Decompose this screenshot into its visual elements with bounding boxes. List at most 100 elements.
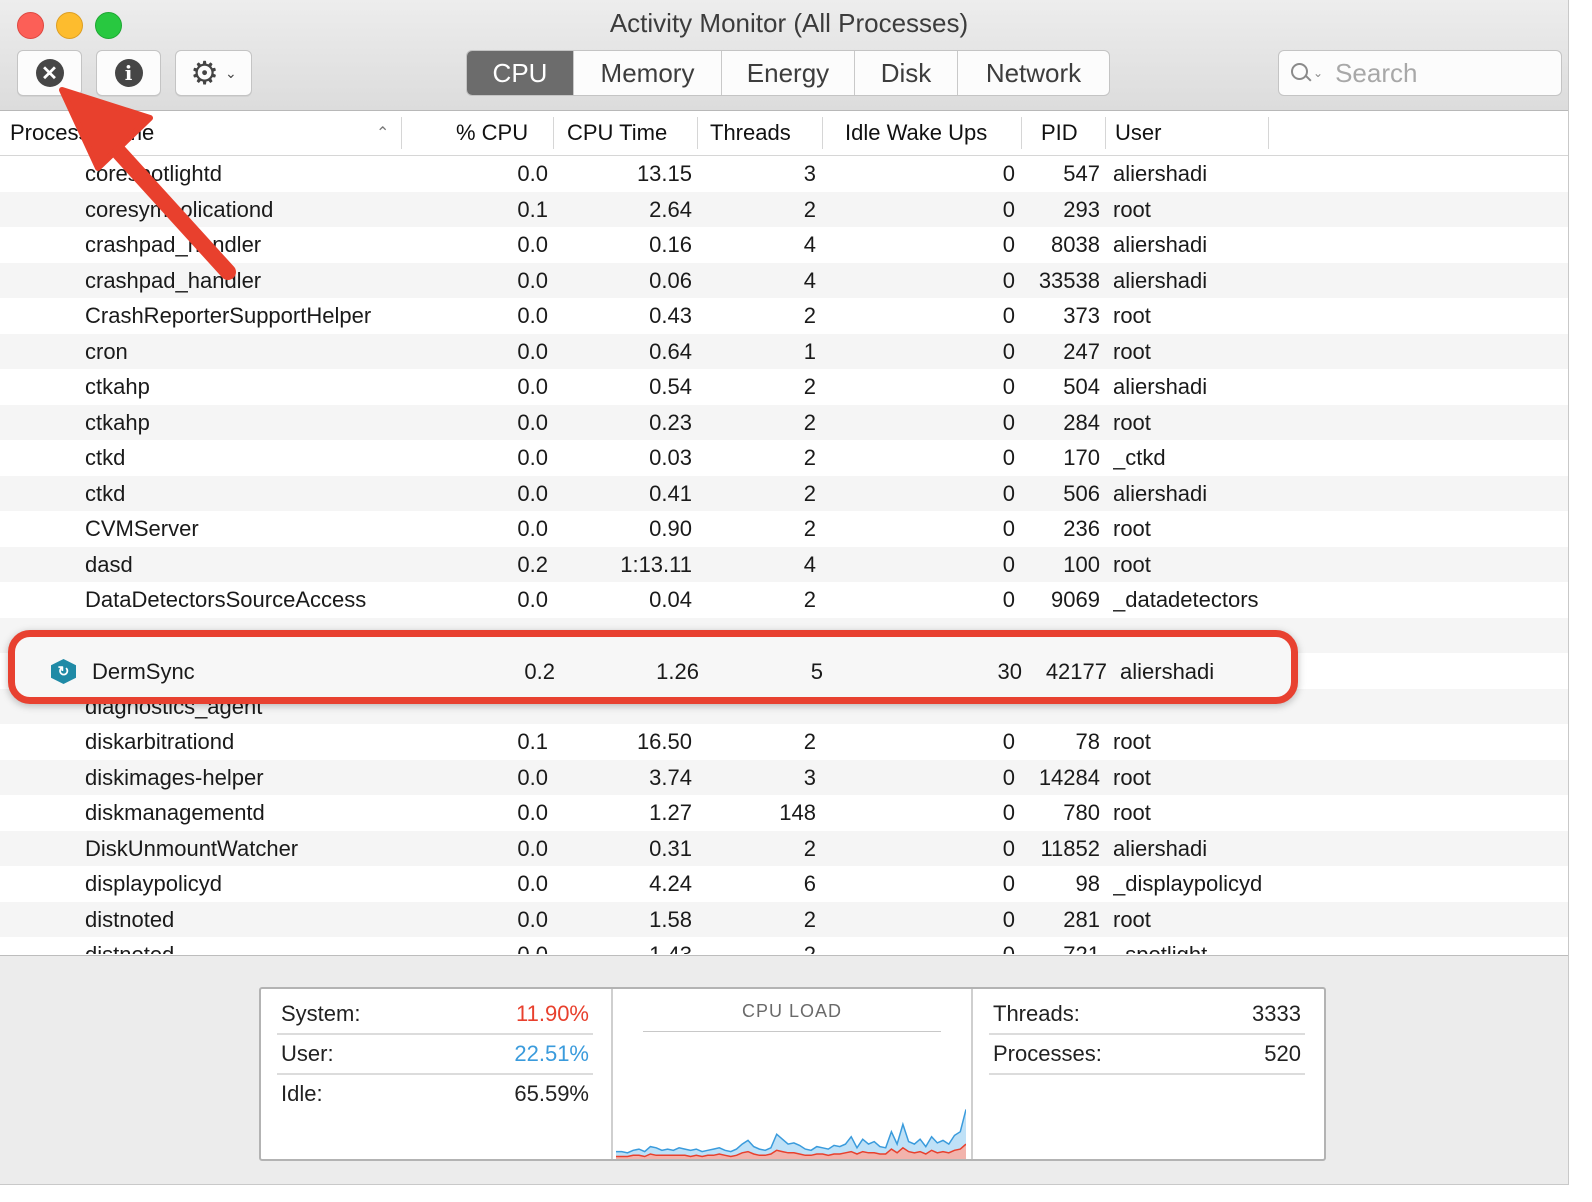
column-header-pid[interactable]: PID — [1041, 111, 1078, 155]
threads: 4 — [803, 232, 816, 257]
search-field[interactable]: ⌄ — [1278, 50, 1562, 96]
table-row[interactable]: diskmanagementd 0.0 1.27 148 0 780 root — [0, 795, 1568, 831]
table-row[interactable]: DataDetectorsSourceAccess 0.0 0.04 2 0 9069 _d… — [0, 582, 1568, 618]
column-header-threads[interactable]: Threads — [710, 111, 791, 155]
table-row[interactable]: distnoted 0.0 1.58 2 0 281 root — [0, 901, 1568, 937]
quit-process-button[interactable]: ✕ — [17, 50, 82, 96]
idle-wake-ups: 0 — [1002, 445, 1015, 470]
table-row[interactable]: ctkahp 0.0 0.23 2 0 284 root — [0, 404, 1568, 440]
idle-wake-ups: 0 — [1002, 267, 1015, 293]
pid: 506 — [1063, 480, 1100, 506]
idle-wake-ups: 0 — [1002, 764, 1015, 790]
pid: 281 — [1063, 906, 1100, 932]
pid: 98 — [1075, 871, 1100, 896]
idle-label: Idle: — [281, 1081, 323, 1106]
cpu-percent: 0.0 — [517, 374, 548, 399]
pid: 33538 — [1038, 267, 1100, 293]
table-row[interactable]: CVMServer 0.0 0.90 2 0 236 root — [0, 511, 1568, 547]
column-header-cpu-time[interactable]: CPU Time — [567, 111, 667, 155]
threads: 2 — [803, 196, 816, 222]
tab-energy[interactable]: Energy — [721, 51, 854, 95]
threads: 3 — [803, 161, 816, 186]
process-name: DataDetectorsSourceAccess — [85, 587, 367, 612]
user: aliershadi — [1113, 480, 1208, 506]
user: _displaypolicyd — [1113, 871, 1263, 896]
table-row[interactable]: ctkahp 0.0 0.54 2 0 504 aliershadi — [0, 369, 1568, 405]
user: aliershadi — [1113, 161, 1208, 186]
inspect-process-button[interactable]: i — [96, 50, 161, 96]
threads-value: 3333 — [1252, 1001, 1301, 1026]
user-stat: User: 22.51% — [277, 1035, 593, 1075]
table-row[interactable]: ctkd 0.0 0.03 2 0 170 _ctkd — [0, 440, 1568, 476]
table-row[interactable]: distnoted 0.0 1.43 20 721 _spotlight — [0, 937, 1568, 954]
table-row[interactable]: coresymbolicationd 0.1 2.64 2 0 293 root — [0, 191, 1568, 227]
tab-cpu[interactable]: CPU — [467, 51, 573, 95]
cpu-time: 1.58 — [649, 906, 692, 932]
process-name: DiskUnmountWatcher — [85, 835, 299, 861]
table-row[interactable]: dasd 0.2 1:13.11 4 0 100 root — [0, 546, 1568, 582]
cpu-percent: 0.0 — [517, 267, 548, 293]
idle-wake-ups: 0 — [1002, 516, 1015, 541]
idle-wake-ups: 0 — [1002, 161, 1015, 186]
search-options-chevron-icon: ⌄ — [1313, 66, 1324, 80]
tab-disk[interactable]: Disk — [854, 51, 957, 95]
cpu-time: 0.06 — [649, 267, 692, 293]
pid: 14284 — [1038, 764, 1100, 790]
tab-memory[interactable]: Memory — [573, 51, 721, 95]
idle-wake-ups: 0 — [1002, 303, 1015, 328]
pid: 78 — [1075, 729, 1100, 754]
pid: 780 — [1063, 800, 1100, 825]
process-name: ctkahp — [85, 409, 150, 435]
search-input[interactable] — [1333, 56, 1538, 90]
highlighted-process-row[interactable]: ↻ DermSync 0.2 1.26 5 30 42177 aliershad… — [8, 630, 1298, 704]
table-row[interactable]: diskimages-helper 0.0 3.74 3 0 14284 root — [0, 759, 1568, 795]
column-header-cpu[interactable]: % CPU — [456, 111, 528, 155]
process-name: coresymbolicationd — [85, 196, 274, 222]
pid: 170 — [1063, 445, 1100, 470]
table-row[interactable]: cron 0.0 0.64 1 0 247 root — [0, 333, 1568, 369]
idle-wake-ups: 0 — [1002, 551, 1015, 577]
table-row[interactable]: diskarbitrationd 0.1 16.50 2 0 78 root — [0, 724, 1568, 760]
threads: 6 — [803, 871, 816, 896]
cpu-percent: 0.0 — [517, 480, 548, 506]
cpu-time: 1.26 — [656, 659, 699, 684]
cpu-time: 1.27 — [649, 800, 692, 825]
idle-wake-ups: 0 — [1002, 196, 1015, 222]
activity-monitor-window: Activity Monitor (All Processes) ✕ i ⚙ ⌄… — [0, 0, 1569, 1185]
pid: 373 — [1063, 303, 1100, 328]
cpu-time: 0.23 — [649, 409, 692, 435]
cpu-time: 3.74 — [649, 764, 692, 790]
threads: 3 — [803, 764, 816, 790]
user: aliershadi — [1113, 835, 1208, 861]
table-row[interactable]: ↻ DermSync 0.2 1.26 5 30 42177 aliershad… — [7, 654, 1568, 690]
info-icon: i — [114, 59, 143, 87]
threads: 4 — [803, 267, 816, 293]
threads: 2 — [803, 480, 816, 506]
table-row[interactable]: displaypolicyd 0.0 4.24 6 0 98 _displaypolicyd — [0, 866, 1568, 902]
sort-ascending-icon: ⌃ — [376, 125, 390, 142]
column-header-user[interactable]: User — [1115, 111, 1161, 155]
table-row[interactable]: corespotlightd 0.0 13.15 3 0 547 aliershadi — [0, 156, 1568, 192]
cpu-percent: 0.0 — [517, 161, 548, 186]
user: aliershadi — [1113, 267, 1208, 293]
process-name: DermSync — [92, 659, 195, 684]
table-row[interactable]: DiskUnmountWatcher 0.0 0.31 2 0 11852 aliersha… — [0, 830, 1568, 866]
cpu-time: 0.16 — [649, 232, 692, 257]
pid: 236 — [1063, 516, 1100, 541]
table-row[interactable]: crashpad_handler 0.0 0.16 4 0 8038 aliershadi — [0, 227, 1568, 263]
action-menu-button[interactable]: ⚙ ⌄ — [175, 50, 252, 96]
user: root — [1113, 409, 1151, 435]
table-row[interactable]: CrashReporterSupportHelper 0.0 0.43 2 0 373 ro… — [0, 298, 1568, 334]
tab-network[interactable]: Network — [957, 51, 1109, 95]
threads: 2 — [803, 303, 816, 328]
pid: 9069 — [1051, 587, 1100, 612]
process-name: crashpad_handler — [85, 232, 262, 257]
column-header-idle-wake-ups[interactable]: Idle Wake Ups — [845, 111, 987, 155]
user: root — [1113, 729, 1151, 754]
table-row[interactable]: ctkd 0.0 0.41 2 0 506 aliershadi — [0, 475, 1568, 511]
table-row[interactable]: crashpad_handler 0.0 0.06 4 0 33538 aliershadi — [0, 262, 1568, 298]
idle-wake-ups: 0 — [1002, 374, 1015, 399]
idle-wake-ups: 0 — [1002, 871, 1015, 896]
process-name: cron — [85, 338, 128, 364]
column-header-process-name[interactable]: Process Name — [10, 111, 154, 155]
